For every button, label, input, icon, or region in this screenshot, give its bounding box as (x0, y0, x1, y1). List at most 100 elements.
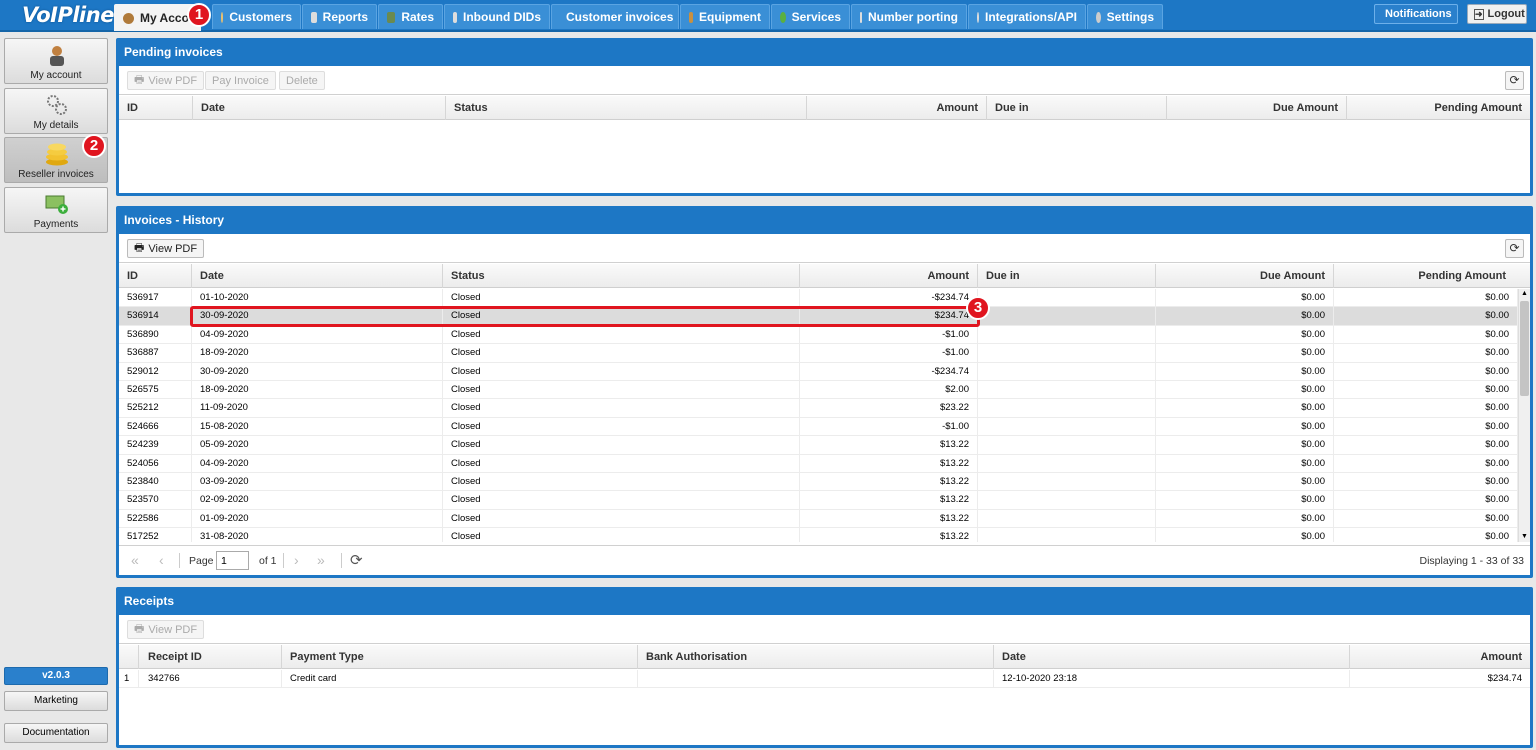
id-cell: 536914 (119, 307, 192, 326)
scroll-up-arrow[interactable]: ▲ (1519, 289, 1530, 299)
id-cell: 523570 (119, 491, 192, 510)
refresh-icon[interactable]: ⟳ (350, 551, 363, 569)
column-header[interactable]: Date (994, 645, 1350, 669)
scroll-down-arrow[interactable]: ▼ (1519, 532, 1530, 542)
refresh-icon[interactable]: ⟳ (1505, 239, 1524, 258)
first-page-icon[interactable]: « (131, 552, 139, 568)
column-header[interactable]: ID (119, 96, 193, 120)
id-cell: 523840 (119, 473, 192, 491)
tab-integrations-api[interactable]: Integrations/API (968, 4, 1086, 29)
tab-equipment[interactable]: Equipment (680, 4, 770, 29)
status-cell: Closed (443, 399, 800, 418)
table-row[interactable]: 517252 31-08-2020 Closed $13.22 $0.00 $0.00 (119, 528, 1518, 542)
column-header[interactable]: Pending Amount (1334, 264, 1530, 288)
date-cell: 12-10-2020 23:18 (994, 670, 1350, 688)
column-header[interactable]: Due in (987, 96, 1167, 120)
tab-customer-invoices[interactable]: Customer invoices (551, 4, 679, 29)
print-icon: 🖶 (134, 74, 145, 86)
print-icon: 🖶 (134, 242, 145, 254)
logout-button[interactable]: ➜ Logout (1467, 4, 1527, 24)
table-row[interactable]: 536917 01-10-2020 Closed -$234.74 $0.00 $0.00 (119, 289, 1518, 308)
receipt-id-cell: 342766 (139, 670, 282, 688)
tab-number-porting[interactable]: Number porting (851, 4, 967, 29)
tab-inbound-dids[interactable]: Inbound DIDs (444, 4, 550, 29)
pending-amount-cell: $0.00 (1334, 473, 1518, 491)
column-header[interactable]: Bank Authorisation (638, 645, 994, 669)
pay-invoice-button[interactable]: Pay Invoice (205, 71, 276, 90)
person-icon (50, 46, 64, 66)
gear-icon (977, 11, 979, 23)
column-header[interactable]: Due Amount (1156, 264, 1334, 288)
amount-cell: $13.22 (800, 491, 978, 510)
status-cell: Closed (443, 528, 800, 542)
table-row[interactable]: 524239 05-09-2020 Closed $13.22 $0.00 $0.00 (119, 436, 1518, 455)
column-header[interactable]: Pending Amount (1347, 96, 1530, 120)
box-icon (689, 11, 693, 23)
amount-cell: -$1.00 (800, 417, 978, 436)
table-row[interactable]: 536890 04-09-2020 Closed -$1.00 $0.00 $0.00 (119, 325, 1518, 345)
column-header[interactable]: Date (193, 96, 446, 120)
page-number-input[interactable] (216, 551, 249, 570)
coins-icon (46, 143, 68, 166)
documentation-button[interactable]: Documentation (4, 723, 108, 743)
table-row[interactable]: 529012 30-09-2020 Closed -$234.74 $0.00 $0.00 (119, 362, 1518, 381)
table-row[interactable]: 524666 15-08-2020 Closed -$1.00 $0.00 $0.00 (119, 417, 1518, 437)
pager-divider (179, 553, 180, 568)
table-row[interactable]: 523840 03-09-2020 Closed $13.22 $0.00 $0.00 (119, 473, 1518, 492)
tab-services[interactable]: Services (771, 4, 850, 29)
view-pdf-button[interactable]: 🖶 View PDF (127, 71, 205, 90)
view-pdf-button[interactable]: 🖶 View PDF (127, 620, 205, 639)
table-row[interactable]: 522586 01-09-2020 Closed $13.22 $0.00 $0.00 (119, 509, 1518, 529)
refresh-icon[interactable]: ⟳ (1505, 71, 1524, 90)
table-row[interactable]: 526575 18-09-2020 Closed $2.00 $0.00 $0.00 (119, 381, 1518, 400)
pager-divider (341, 553, 342, 568)
due-in-cell (978, 509, 1156, 528)
column-header[interactable]: Receipt ID (139, 645, 282, 669)
column-header[interactable]: Due Amount (1167, 96, 1347, 120)
prev-page-icon[interactable]: ‹ (159, 552, 164, 568)
tab-customers[interactable]: Customers (212, 4, 301, 29)
table-header: Receipt ID Payment Type Bank Authorisati… (119, 645, 1530, 669)
column-header[interactable]: ID (119, 264, 192, 288)
tab-label: Number porting (868, 10, 958, 24)
sidebar-item-my-account[interactable]: My account (4, 38, 108, 84)
due-in-cell (978, 454, 1156, 473)
amount-cell: $234.74 (1487, 673, 1522, 684)
column-header[interactable]: Due in (978, 264, 1156, 288)
status-cell: Closed (443, 509, 800, 528)
sidebar-item-my-details[interactable]: My details (4, 88, 108, 134)
id-cell: 522586 (119, 509, 192, 528)
next-page-icon[interactable]: › (294, 552, 299, 568)
table-scrollbar[interactable]: ▲ ▼ (1518, 289, 1530, 542)
column-header[interactable]: Amount (800, 264, 978, 288)
sidebar-item-payments[interactable]: Payments (4, 187, 108, 233)
table-row[interactable]: 524056 04-09-2020 Closed $13.22 $0.00 $0.00 (119, 454, 1518, 473)
table-row[interactable]: 1 342766 Credit card 12-10-2020 23:18 $2… (119, 670, 1530, 689)
column-header[interactable]: Amount (1350, 645, 1530, 669)
delete-button[interactable]: Delete (279, 71, 325, 90)
due-amount-cell: $0.00 (1156, 289, 1334, 307)
amount-cell: $13.22 (800, 473, 978, 491)
table-row[interactable]: 525212 11-09-2020 Closed $23.22 $0.00 $0.00 (119, 399, 1518, 418)
table-row[interactable]: 523570 02-09-2020 Closed $13.22 $0.00 $0.00 (119, 491, 1518, 510)
id-cell: 524056 (119, 454, 192, 473)
marketing-button[interactable]: Marketing (4, 691, 108, 711)
table-row[interactable]: 536887 18-09-2020 Closed -$1.00 $0.00 $0.00 (119, 344, 1518, 363)
column-header[interactable]: Status (446, 96, 807, 120)
scrollbar-thumb[interactable] (1520, 301, 1529, 396)
column-header[interactable]: Date (192, 264, 443, 288)
column-header[interactable]: Status (443, 264, 800, 288)
last-page-icon[interactable]: » (317, 552, 325, 568)
due-in-cell (978, 289, 1156, 307)
notifications-button[interactable]: Notifications (1374, 4, 1458, 24)
row-number: 1 (119, 670, 139, 688)
tab-reports[interactable]: Reports (302, 4, 377, 29)
column-header[interactable]: Payment Type (282, 645, 638, 669)
pending-amount-cell: $0.00 (1334, 454, 1518, 473)
column-header[interactable]: Amount (807, 96, 987, 120)
tab-settings[interactable]: Settings (1087, 4, 1163, 29)
date-cell: 11-09-2020 (192, 399, 443, 418)
tab-rates[interactable]: Rates (378, 4, 443, 29)
view-pdf-button[interactable]: 🖶 View PDF (127, 239, 205, 258)
date-cell: 05-09-2020 (192, 436, 443, 455)
